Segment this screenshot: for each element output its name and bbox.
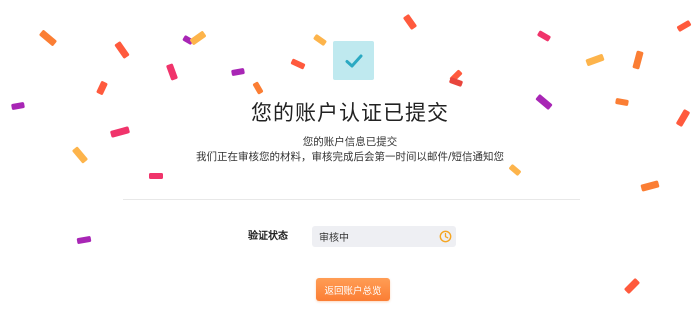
clock-icon [439,230,452,243]
success-badge [333,41,374,80]
page-subtitle: 您的账户信息已提交 [302,136,398,148]
divider [123,199,580,200]
checkmark-icon [345,54,362,67]
status-field: 审核中 [312,226,456,247]
page-description: 我们正在审核您的材料，审核完成后会第一时间以邮件/短信通知您 [195,151,505,163]
page-title: 您的账户认证已提交 [251,101,449,125]
back-to-overview-button[interactable]: 返回账户总览 [316,278,390,301]
success-page: 您的账户认证已提交 您的账户信息已提交 我们正在审核您的材料，审核完成后会第一时… [0,0,700,315]
status-label: 验证状态 [248,231,288,242]
status-value: 审核中 [319,233,349,244]
main-content: 您的账户认证已提交 您的账户信息已提交 我们正在审核您的材料，审核完成后会第一时… [0,0,700,315]
